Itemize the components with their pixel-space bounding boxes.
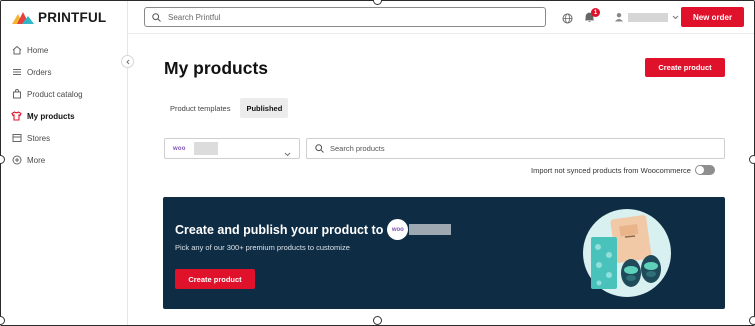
banner-title: Create and publish your product to woo <box>175 219 452 240</box>
sidebar-item-label: My products <box>27 111 75 121</box>
product-tabs: Product templates Published <box>164 98 292 118</box>
home-icon <box>11 45 22 56</box>
sidebar-item-orders[interactable]: Orders <box>1 61 127 83</box>
sync-toggle-label: Import not synced products from Woocomme… <box>531 165 691 175</box>
products-illustration <box>583 209 671 297</box>
globe-icon[interactable] <box>562 11 573 29</box>
sync-toggle-row: Import not synced products from Woocomme… <box>531 165 715 175</box>
sidebar: PRINTFUL Home Orders Product catalog My … <box>1 1 128 325</box>
woocommerce-logo: woo <box>387 219 409 240</box>
new-order-button[interactable]: New order <box>681 7 744 27</box>
chevron-down-icon <box>284 144 291 162</box>
banner-title-text: Create and publish your product to <box>175 222 384 237</box>
sidebar-item-product-catalog[interactable]: Product catalog <box>1 83 127 105</box>
banner-subtitle: Pick any of our 300+ premium products to… <box>175 243 350 252</box>
plus-circle-icon <box>11 155 22 166</box>
sidebar-item-more[interactable]: More <box>1 149 127 171</box>
global-search-input[interactable]: Search Printful <box>144 7 546 27</box>
user-name-redacted <box>628 12 668 22</box>
list-icon <box>11 67 22 78</box>
page-title: My products <box>164 58 269 78</box>
chevron-left-icon <box>125 59 129 64</box>
resize-handle-bottom[interactable] <box>373 316 382 325</box>
sidebar-item-my-products[interactable]: My products <box>1 105 127 127</box>
store-select[interactable]: woo <box>164 138 300 159</box>
woocommerce-logo: woo <box>173 145 186 152</box>
collapse-sidebar-button[interactable] <box>121 55 134 68</box>
store-name-redacted <box>409 224 452 235</box>
resize-handle-bottom-right[interactable] <box>749 316 755 325</box>
resize-handle-right[interactable] <box>749 155 755 164</box>
store-name-redacted <box>193 142 218 155</box>
search-icon <box>152 12 161 22</box>
sidebar-item-label: Home <box>27 45 49 55</box>
sidebar-item-stores[interactable]: Stores <box>1 127 127 149</box>
tab-published[interactable]: Published <box>240 98 289 118</box>
sidebar-item-label: Orders <box>27 67 52 77</box>
sidebar-item-label: Stores <box>27 133 51 143</box>
user-menu[interactable] <box>614 12 679 22</box>
chevron-down-icon <box>672 15 679 19</box>
woocommerce-logo-text: woo <box>391 226 404 233</box>
promo-banner: Create and publish your product to woo P… <box>163 197 725 309</box>
sidebar-item-label: Product catalog <box>27 89 83 99</box>
user-icon <box>615 13 623 22</box>
banner-create-product-button[interactable]: Create product <box>175 269 255 289</box>
create-product-button[interactable]: Create product <box>645 58 725 77</box>
search-placeholder: Search products <box>330 144 385 153</box>
tab-product-templates[interactable]: Product templates <box>164 98 236 118</box>
tshirt-icon <box>11 111 22 122</box>
search-icon <box>315 144 324 153</box>
printful-logo[interactable]: PRINTFUL <box>12 10 106 25</box>
sync-toggle[interactable] <box>694 165 715 175</box>
notification-badge: 1 <box>591 8 600 17</box>
product-search-input[interactable]: Search products <box>306 138 725 159</box>
sidebar-nav: Home Orders Product catalog My products <box>1 39 127 171</box>
sidebar-item-home[interactable]: Home <box>1 39 127 61</box>
app-window: PRINTFUL Home Orders Product catalog My … <box>0 0 755 326</box>
brand-name: PRINTFUL <box>38 10 107 25</box>
search-placeholder: Search Printful <box>168 12 221 22</box>
bag-icon <box>11 89 22 100</box>
store-icon <box>11 133 22 144</box>
printful-logo-icon <box>12 11 34 24</box>
top-bar: Search Printful 1 New order <box>128 1 754 34</box>
sidebar-item-label: More <box>27 155 46 165</box>
